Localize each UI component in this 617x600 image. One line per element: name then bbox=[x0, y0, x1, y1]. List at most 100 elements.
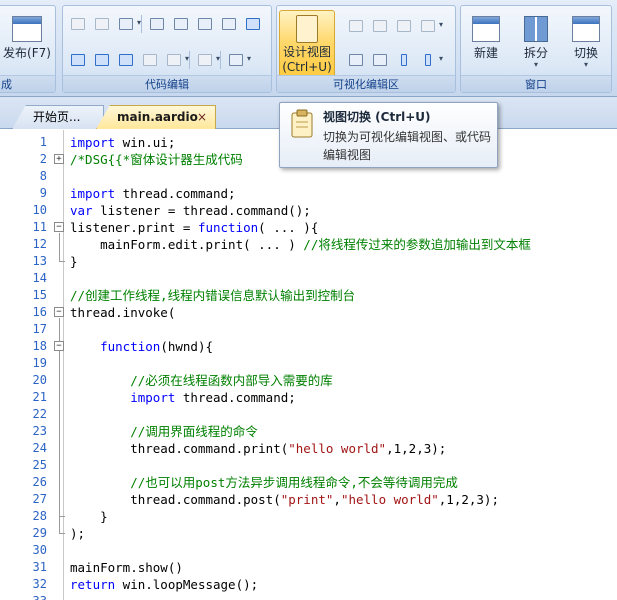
code-line[interactable]: 21 import thread.command; bbox=[0, 389, 617, 406]
line-number: 19 bbox=[32, 356, 47, 370]
format-button[interactable] bbox=[146, 14, 168, 34]
split-button[interactable]: 拆分 ▾ bbox=[513, 10, 559, 74]
collapse-fold-icon[interactable]: − bbox=[54, 222, 64, 232]
code-line[interactable]: 16 thread.invoke( bbox=[0, 304, 617, 321]
align-button[interactable] bbox=[345, 16, 367, 36]
code-edit-toolbar-row-2 bbox=[67, 50, 251, 72]
design-view-icon bbox=[288, 109, 316, 139]
code-text: //调用界面线程的命令 bbox=[130, 424, 258, 439]
redo-button[interactable] bbox=[194, 50, 220, 70]
pin-button[interactable] bbox=[393, 50, 415, 70]
design-view-button[interactable]: 设计视图 (Ctrl+U) bbox=[279, 10, 335, 82]
code-line[interactable]: 31 mainForm.show() bbox=[0, 559, 617, 576]
code-line[interactable]: 15 //创建工作线程,线程内错误信息默认输出到控制台 bbox=[0, 287, 617, 304]
code-line[interactable]: 33 bbox=[0, 593, 617, 600]
align-icon bbox=[349, 20, 363, 32]
publish-button[interactable]: 发布(F7) bbox=[1, 10, 53, 74]
line-number: 22 bbox=[32, 407, 47, 421]
code-line[interactable]: 32 return win.loopMessage(); bbox=[0, 576, 617, 593]
back-button[interactable] bbox=[115, 50, 137, 70]
code-line[interactable]: 29); bbox=[0, 525, 617, 542]
cut-button[interactable] bbox=[67, 14, 89, 34]
code-line[interactable]: 11 listener.print = function( ... ){ bbox=[0, 219, 617, 236]
paste-button[interactable] bbox=[115, 14, 141, 34]
copy-icon bbox=[95, 18, 109, 30]
line-number: 2 bbox=[39, 152, 47, 166]
cut-icon bbox=[71, 18, 85, 30]
close-icon[interactable]: × bbox=[197, 106, 207, 128]
pin-options-button[interactable] bbox=[417, 50, 443, 70]
code-line[interactable]: 9 import thread.command; bbox=[0, 185, 617, 202]
ribbon-group-build: 发布(F7) 成 bbox=[0, 5, 56, 93]
pin-icon bbox=[401, 54, 407, 66]
code-line[interactable]: 17 bbox=[0, 321, 617, 338]
view-switch-tooltip: 视图切换 (Ctrl+U) 切换为可视化编辑视图、或代码编辑视图 bbox=[279, 102, 498, 168]
uncomment-button[interactable] bbox=[242, 14, 264, 34]
uncomment-icon bbox=[246, 18, 260, 30]
fold-end-marker bbox=[59, 261, 65, 262]
paste-icon bbox=[119, 18, 133, 30]
switch-window-icon bbox=[572, 16, 600, 42]
publish-icon bbox=[12, 16, 42, 42]
outdent-button[interactable] bbox=[194, 14, 216, 34]
tab-main-aardio[interactable]: main.aardio × bbox=[96, 105, 216, 129]
new-button[interactable]: 新建 bbox=[463, 10, 509, 74]
comment-button[interactable] bbox=[218, 14, 240, 34]
layout-button[interactable] bbox=[417, 16, 443, 36]
line-number: 20 bbox=[32, 373, 47, 387]
fold-end-marker bbox=[59, 516, 65, 517]
line-number: 28 bbox=[32, 509, 47, 523]
undo-icon bbox=[167, 54, 181, 66]
tab-start-page[interactable]: 开始页... bbox=[12, 105, 104, 129]
copy-button[interactable] bbox=[91, 14, 113, 34]
code-line[interactable]: 20 //必须在线程函数内部导入需要的库 bbox=[0, 372, 617, 389]
code-line[interactable]: 28 } bbox=[0, 508, 617, 525]
expand-fold-icon[interactable]: + bbox=[54, 154, 64, 164]
code-line[interactable]: 10 var listener = thread.command(); bbox=[0, 202, 617, 219]
code-editor[interactable]: 1 import win.ui; 2 /*DSG{{*窗体设计器生成代码 8 9 impor… bbox=[0, 130, 617, 600]
tab-order-button[interactable] bbox=[345, 50, 367, 70]
tab-order-icon bbox=[349, 54, 363, 66]
undo-button[interactable] bbox=[163, 50, 189, 70]
new-label: 新建 bbox=[473, 46, 498, 60]
code-text: import win.ui; bbox=[70, 135, 176, 150]
code-line[interactable]: 26 //也可以用post方法异步调用线程命令,不会等待调用完成 bbox=[0, 474, 617, 491]
tooltip-title: 视图切换 (Ctrl+U) bbox=[323, 110, 431, 124]
code-line[interactable]: 13} bbox=[0, 253, 617, 270]
line-number: 23 bbox=[32, 424, 47, 438]
code-line[interactable]: 8 bbox=[0, 168, 617, 185]
fold-end-marker bbox=[59, 533, 65, 534]
code-line[interactable]: 25 bbox=[0, 457, 617, 474]
bookmark-button[interactable] bbox=[139, 50, 161, 70]
code-line[interactable]: 18 function(hwnd){ bbox=[0, 338, 617, 355]
code-text: import thread.command; bbox=[130, 390, 296, 405]
goto-button[interactable] bbox=[91, 50, 113, 70]
code-text: //必须在线程函数内部导入需要的库 bbox=[130, 373, 333, 388]
code-line[interactable]: 19 bbox=[0, 355, 617, 372]
code-text: ); bbox=[70, 526, 86, 541]
switch-button[interactable]: 切换 ▾ bbox=[563, 10, 609, 74]
comment-icon bbox=[222, 18, 236, 30]
line-number: 30 bbox=[32, 543, 47, 557]
code-line[interactable]: 14 bbox=[0, 270, 617, 287]
grid-button[interactable] bbox=[369, 50, 391, 70]
code-line[interactable]: 24 thread.command.print("hello world",1,… bbox=[0, 440, 617, 457]
code-line[interactable]: 22 bbox=[0, 406, 617, 423]
collapse-fold-icon[interactable]: − bbox=[54, 307, 64, 317]
code-line[interactable]: 23 //调用界面线程的命令 bbox=[0, 423, 617, 440]
code-text: thread.command.print("hello world",1,2,3… bbox=[70, 441, 447, 456]
find-button[interactable] bbox=[225, 50, 251, 70]
code-text: function(hwnd){ bbox=[100, 339, 214, 354]
size-button[interactable] bbox=[369, 16, 391, 36]
indent-button[interactable] bbox=[170, 14, 192, 34]
code-line[interactable]: 12 mainForm.edit.print( ... ) //将线程传过来的参… bbox=[0, 236, 617, 253]
code-line[interactable]: 27 thread.command.post("print","hello wo… bbox=[0, 491, 617, 508]
code-text: return win.loopMessage(); bbox=[70, 577, 259, 592]
code-line[interactable]: 30 bbox=[0, 542, 617, 559]
design-view-label: 设计视图 bbox=[282, 45, 331, 59]
select-all-button[interactable] bbox=[67, 50, 89, 70]
code-text: /*DSG{{*窗体设计器生成代码 bbox=[70, 152, 243, 167]
collapse-fold-icon[interactable]: − bbox=[54, 341, 64, 351]
ribbon: 发布(F7) 成 代码编辑 bbox=[0, 0, 617, 97]
space-button[interactable] bbox=[393, 16, 415, 36]
